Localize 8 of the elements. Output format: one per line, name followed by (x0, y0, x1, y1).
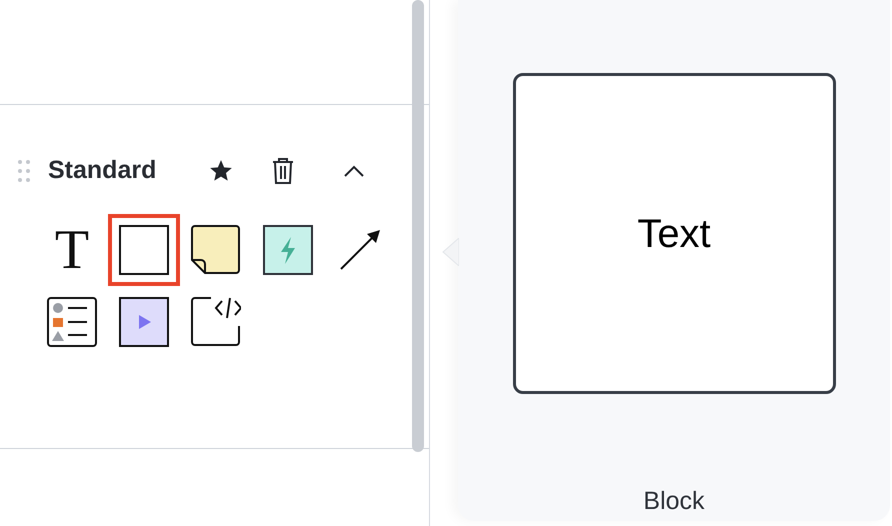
drag-handle-icon[interactable] (17, 159, 31, 183)
preview-label: Block (643, 486, 705, 517)
block-text: Text (637, 210, 711, 258)
rectangle-icon[interactable] (108, 214, 180, 286)
text-tool-button[interactable]: T (36, 214, 108, 286)
scrollbar[interactable] (412, 0, 424, 452)
section-title: Standard (48, 155, 156, 186)
trash-icon[interactable] (271, 157, 296, 185)
